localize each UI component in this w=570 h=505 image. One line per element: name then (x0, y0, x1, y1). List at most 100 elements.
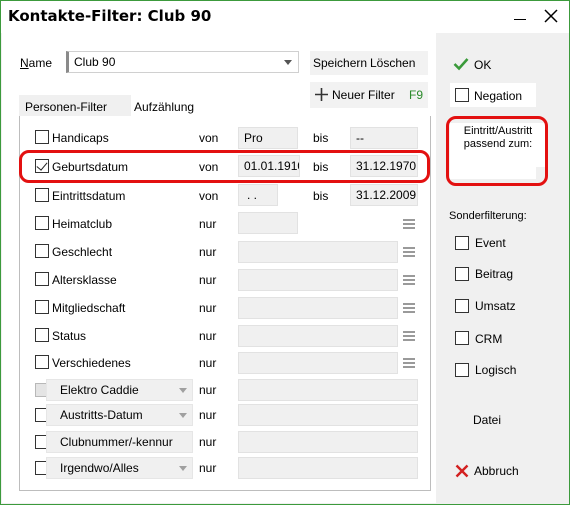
filter-label-heimatclub: Heimatclub (52, 217, 113, 231)
filter-op: nur (199, 408, 217, 422)
filter-label-mitgliedschaft: Mitgliedschaft (52, 301, 126, 315)
filter-op: nur (199, 435, 217, 449)
custom-filter-select[interactable]: Irgendwo/Alles (46, 457, 193, 479)
abbruch-label: Abbruch (474, 464, 519, 478)
highlight-annotation (446, 116, 548, 186)
abbruch-button[interactable]: Abbruch (453, 461, 543, 483)
filter-op: nur (199, 301, 217, 315)
ok-button[interactable]: OK (453, 55, 543, 77)
special-filter-label: Umsatz (475, 299, 516, 313)
name-label: Name (20, 56, 53, 70)
filter-op: nur (199, 329, 217, 343)
mitgliedschaft-field[interactable] (238, 297, 398, 319)
negation-checkbox[interactable] (455, 88, 469, 102)
filter-op: nur (199, 383, 217, 397)
special-filter-label: Logisch (475, 363, 517, 377)
filter-label-altersklasse: Altersklasse (52, 273, 117, 287)
right-panel: OK Negation Eintritt/Austritt passend zu… (436, 33, 569, 503)
new-filter-shortcut: F9 (409, 88, 424, 102)
list-icon[interactable] (403, 303, 415, 313)
plus-icon (315, 88, 328, 101)
tab-aufzaehlung-label: Aufzählung (134, 100, 195, 114)
chevron-down-icon (179, 388, 187, 393)
umsatz-checkbox[interactable] (455, 299, 469, 313)
delete-button[interactable]: Löschen (370, 56, 415, 70)
tab-personen-filter-label: Personen-Filter (25, 100, 108, 114)
eintrittsdatum-to-field[interactable]: 31.12.2009 (350, 184, 418, 206)
new-filter-button[interactable]: Neuer Filter F9 (310, 82, 428, 108)
chevron-down-icon (284, 60, 292, 65)
mitgliedschaft-checkbox[interactable] (35, 300, 49, 314)
status-field[interactable] (238, 325, 398, 347)
filter-dialog: Kontakte-Filter: Club 90 Name Club 90 Sp… (0, 0, 570, 505)
filter-op: von (199, 189, 219, 203)
chevron-down-icon (179, 413, 187, 418)
handicaps-checkbox[interactable] (35, 130, 49, 144)
altersklasse-field[interactable] (238, 269, 398, 291)
geschlecht-checkbox[interactable] (35, 244, 49, 258)
filter-op: nur (199, 461, 217, 475)
ok-label: OK (474, 58, 492, 72)
close-button[interactable] (541, 6, 561, 26)
chevron-down-icon (179, 466, 187, 471)
filter-op: nur (199, 273, 217, 287)
filter-label-status: Status (52, 329, 87, 343)
datei-button[interactable]: Datei (473, 413, 501, 427)
sonder-label: Sonderfilterung: (449, 210, 527, 222)
filter-label-verschiedenes: Verschiedenes (52, 356, 131, 370)
tab-aufzaehlung[interactable]: Aufzählung (131, 95, 217, 117)
verschiedenes-field[interactable] (238, 352, 398, 374)
main-panel: Name Club 90 Speichern Löschen Neuer Fil… (2, 33, 436, 503)
custom-filter-select[interactable]: Clubnummer/-kennur (46, 431, 193, 453)
heimatclub-checkbox[interactable] (35, 216, 49, 230)
checkmark-icon (453, 58, 469, 71)
name-select[interactable]: Club 90 (66, 51, 299, 73)
negation-label: Negation (474, 89, 523, 103)
new-filter-label: Neuer Filter (332, 88, 395, 102)
custom-filter-label: Irgendwo/Alles (60, 461, 139, 475)
status-checkbox[interactable] (35, 328, 49, 342)
eintrittsdatum-from-field[interactable]: . . (238, 184, 278, 206)
altersklasse-checkbox[interactable] (35, 272, 49, 286)
custom-filter-select[interactable]: Elektro Caddie (46, 379, 193, 401)
custom-filter-field[interactable] (238, 431, 418, 453)
filter-op: nur (199, 356, 217, 370)
heimatclub-field[interactable] (238, 212, 298, 234)
custom-filter-label: Elektro Caddie (60, 383, 139, 397)
window-title: Kontakte-Filter: Club 90 (8, 7, 212, 25)
title-bar: Kontakte-Filter: Club 90 (1, 1, 569, 33)
custom-filter-field[interactable] (238, 379, 418, 401)
geschlecht-field[interactable] (238, 241, 398, 263)
custom-filter-label: Austritts-Datum (60, 408, 143, 422)
name-select-value: Club 90 (74, 55, 116, 69)
custom-filter-field[interactable] (238, 457, 418, 479)
handicaps-from-field[interactable]: Pro (238, 127, 298, 149)
list-icon[interactable] (403, 275, 415, 285)
tab-personen-filter[interactable]: Personen-Filter (19, 95, 131, 117)
verschiedenes-checkbox[interactable] (35, 355, 49, 369)
highlight-annotation (19, 150, 430, 183)
close-icon (544, 9, 558, 23)
save-button[interactable]: Speichern (313, 56, 367, 70)
filter-op: von (199, 131, 219, 145)
minimize-button[interactable] (510, 6, 530, 26)
custom-filter-field[interactable] (238, 404, 418, 426)
crm-checkbox[interactable] (455, 331, 469, 345)
list-icon[interactable] (403, 247, 415, 257)
filter-label-handicaps: Handicaps (52, 131, 109, 145)
eintrittsdatum-checkbox[interactable] (35, 188, 49, 202)
filter-label-geschlecht: Geschlecht (52, 245, 113, 259)
event-checkbox[interactable] (455, 236, 469, 250)
logisch-checkbox[interactable] (455, 363, 469, 377)
special-filter-label: CRM (475, 332, 503, 346)
filter-op: nur (199, 245, 217, 259)
custom-filter-select[interactable]: Austritts-Datum (46, 404, 193, 426)
beitrag-checkbox[interactable] (455, 267, 469, 281)
list-icon[interactable] (403, 331, 415, 341)
filter-to-op: bis (313, 189, 329, 203)
list-icon[interactable] (403, 219, 415, 229)
handicaps-to-field[interactable]: -- (350, 127, 418, 149)
list-icon[interactable] (403, 358, 415, 368)
special-filter-label: Event (475, 236, 506, 250)
filter-op: nur (199, 217, 217, 231)
